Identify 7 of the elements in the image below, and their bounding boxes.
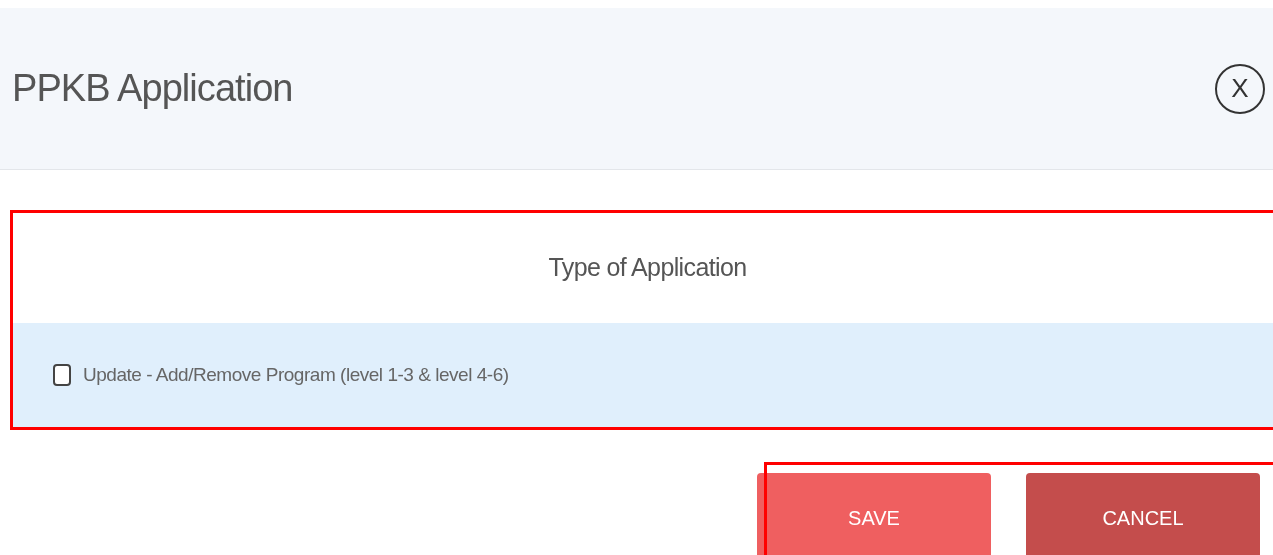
section-heading: Type of Application — [548, 252, 747, 284]
close-button[interactable]: X — [1215, 63, 1265, 114]
option-label[interactable]: Update - Add/Remove Program (level 1-3 & level 4-6) — [83, 360, 509, 390]
save-button[interactable]: SAVE — [757, 473, 991, 555]
dialog-title: PPKB Application — [12, 66, 293, 111]
checkbox[interactable] — [53, 364, 71, 386]
cancel-button[interactable]: CANCEL — [1026, 473, 1260, 555]
